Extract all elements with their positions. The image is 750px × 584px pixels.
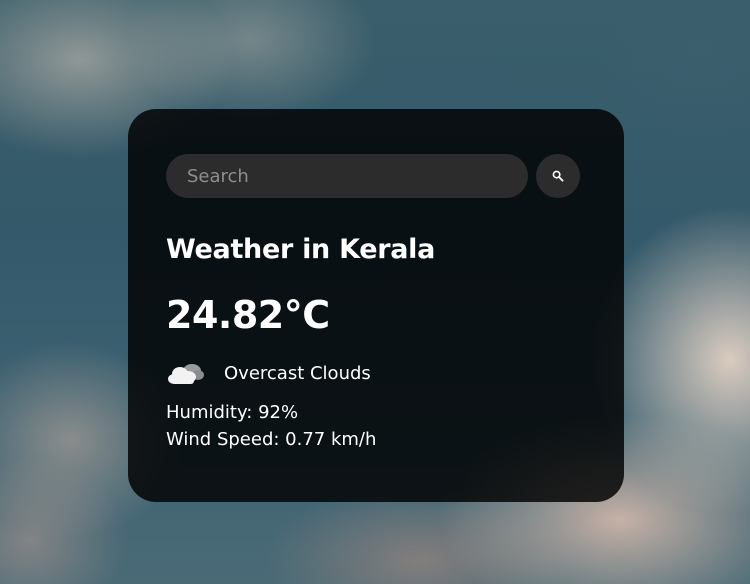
weather-description-row: Overcast Clouds xyxy=(166,357,586,389)
city-title: Weather in Kerala xyxy=(166,234,436,265)
humidity-text: Humidity: 92% xyxy=(166,402,299,423)
search-bar xyxy=(166,154,586,198)
search-icon xyxy=(552,170,564,182)
weather-description: Overcast Clouds xyxy=(224,362,371,384)
search-input[interactable] xyxy=(166,154,528,198)
temperature: 24.82°C xyxy=(166,293,330,337)
weather-card: Weather in Kerala 24.82°C Overcast Cloud… xyxy=(128,109,624,502)
search-button[interactable] xyxy=(536,154,580,198)
overcast-clouds-icon xyxy=(166,357,214,389)
wind-speed-text: Wind Speed: 0.77 km/h xyxy=(166,429,377,450)
